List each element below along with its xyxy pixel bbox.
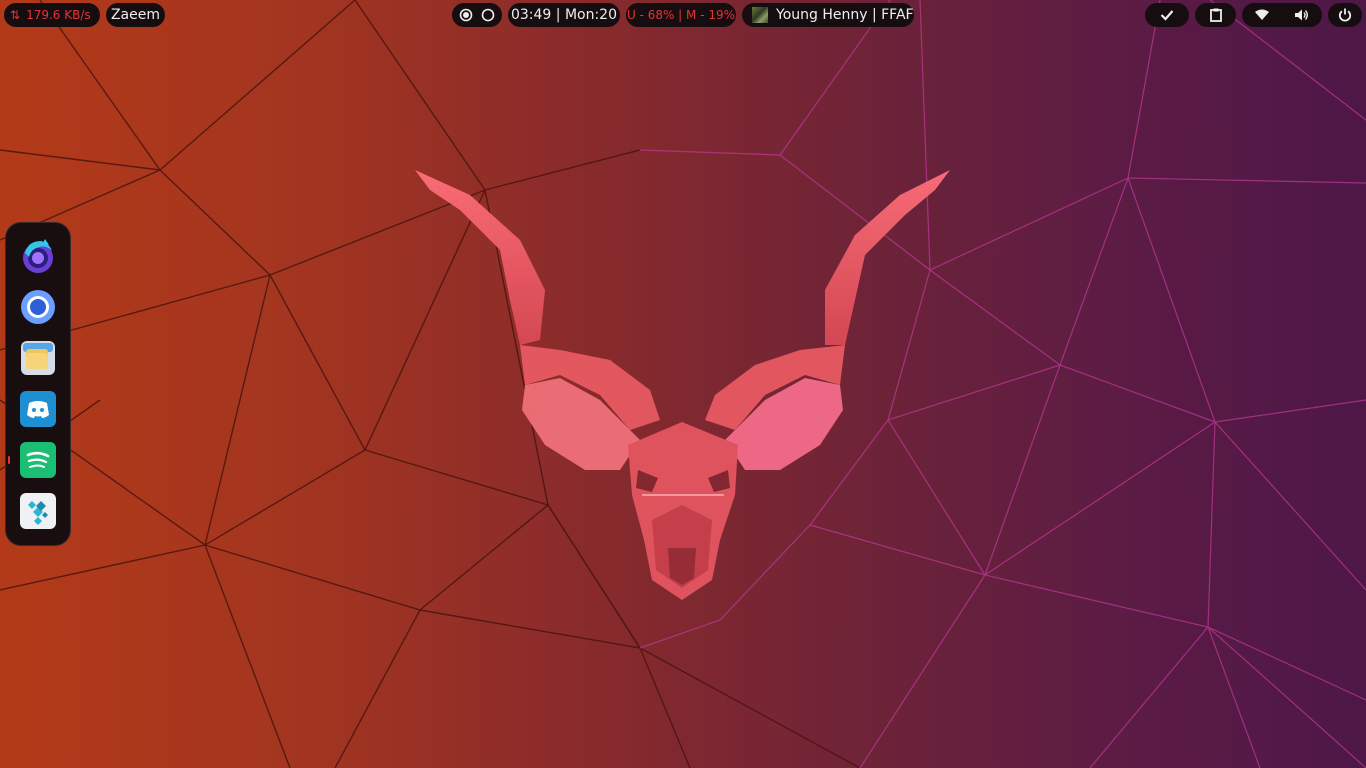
dock-files[interactable] [19, 339, 57, 377]
files-icon [21, 341, 55, 375]
clipboard-button[interactable] [1195, 3, 1236, 27]
dock-firefox[interactable] [19, 237, 57, 275]
dock-chromium[interactable] [19, 288, 57, 326]
power-button[interactable] [1328, 3, 1362, 27]
power-icon [1338, 8, 1352, 22]
clock-text: 03:49 | Mon:20 [510, 7, 617, 23]
firefox-icon [23, 239, 53, 273]
spotify-icon [20, 442, 56, 478]
workspace-2-icon[interactable] [481, 8, 495, 22]
system-usage-pill[interactable]: U - 68% | M - 19% [626, 3, 736, 27]
spotify-running-indicator [8, 456, 10, 464]
chromium-icon [21, 290, 55, 324]
transfer-arrows-icon: ⇅ [10, 8, 21, 22]
username-pill[interactable]: Zaeem [106, 3, 165, 27]
kodi-icon [20, 493, 56, 529]
album-art-icon [752, 7, 768, 23]
discord-icon [20, 391, 56, 427]
tasks-button[interactable] [1145, 3, 1189, 27]
username-text: Zaeem [110, 7, 161, 23]
desktop-wallpaper [0, 0, 1366, 768]
clock-pill[interactable]: 03:49 | Mon:20 [508, 3, 620, 27]
now-playing-text: Young Henny | FFAF [776, 7, 914, 23]
clipboard-icon [1209, 8, 1222, 22]
application-dock [5, 222, 71, 546]
system-usage-text: U - 68% | M - 19% [626, 8, 736, 22]
network-speed-text: 179.6 KB/s [26, 8, 91, 22]
network-speed-indicator[interactable]: ⇅ 179.6 KB/s [4, 3, 100, 27]
volume-icon [1295, 9, 1308, 21]
dock-discord[interactable] [19, 390, 57, 428]
media-player-pill[interactable]: Young Henny | FFAF [742, 3, 914, 27]
dock-spotify[interactable] [19, 441, 57, 479]
system-status-pill[interactable] [1242, 3, 1322, 27]
checkmark-icon [1160, 10, 1174, 21]
wifi-icon [1255, 9, 1269, 20]
workspace-1-active-icon[interactable] [459, 8, 473, 22]
dock-kodi[interactable] [19, 492, 57, 530]
workspace-indicator [452, 3, 502, 27]
